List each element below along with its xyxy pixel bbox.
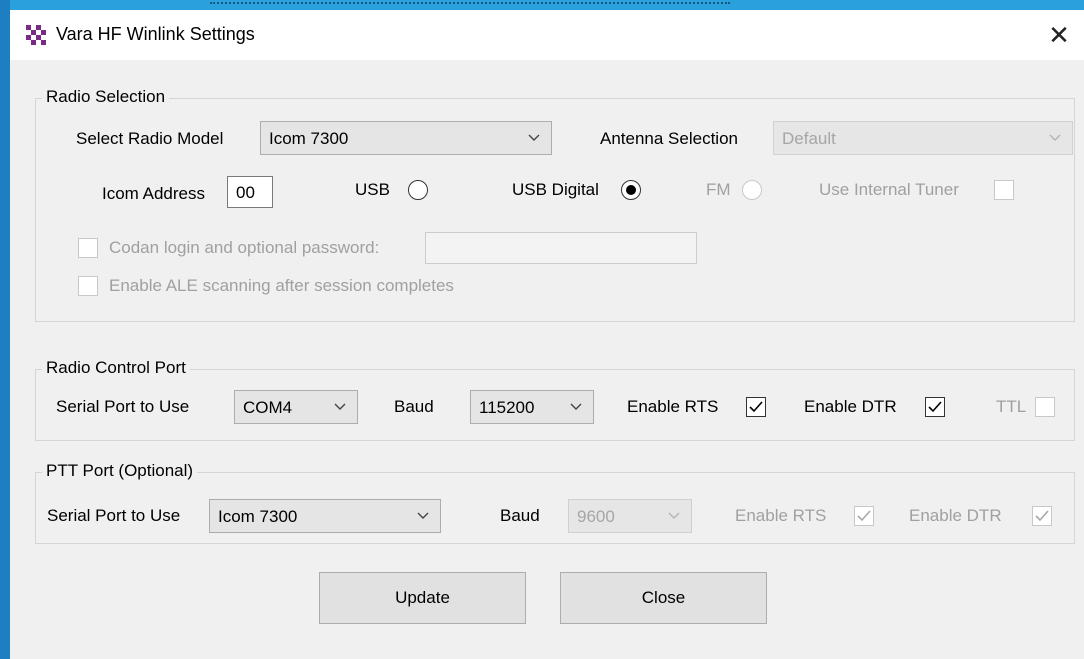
control-dtr-label: Enable DTR bbox=[804, 397, 897, 416]
ptt-baud-select[interactable]: 9600 bbox=[568, 499, 692, 533]
control-baud-label: Baud bbox=[394, 397, 434, 416]
ptt-serial-port-value: Icom 7300 bbox=[218, 507, 298, 526]
control-serial-port-select[interactable]: COM4 bbox=[234, 390, 358, 424]
usb-radio[interactable] bbox=[408, 180, 428, 200]
window-title: Vara HF Winlink Settings bbox=[56, 24, 255, 44]
usb-label: USB bbox=[355, 180, 390, 199]
radio-selection-legend: Radio Selection bbox=[42, 87, 170, 107]
codan-password-input[interactable] bbox=[425, 232, 697, 264]
internal-tuner-checkbox[interactable] bbox=[994, 180, 1014, 200]
chevron-down-icon bbox=[570, 403, 582, 410]
checkmark-icon bbox=[749, 401, 763, 413]
ptt-serial-port-select[interactable]: Icom 7300 bbox=[209, 499, 441, 533]
chevron-down-icon bbox=[528, 134, 540, 141]
close-icon[interactable]: ✕ bbox=[1042, 18, 1076, 52]
control-rts-label: Enable RTS bbox=[627, 397, 719, 416]
desktop-edge bbox=[0, 0, 10, 659]
chevron-down-icon bbox=[417, 512, 429, 519]
usb-digital-radio[interactable] bbox=[621, 180, 641, 200]
checkmark-icon bbox=[1035, 510, 1049, 522]
radio-model-label: Select Radio Model bbox=[76, 129, 224, 148]
radio-control-port-legend: Radio Control Port bbox=[42, 358, 190, 378]
control-baud-value: 115200 bbox=[479, 398, 535, 417]
checkmark-icon bbox=[928, 401, 942, 413]
ptt-baud-value: 9600 bbox=[577, 507, 615, 526]
ptt-baud-label: Baud bbox=[500, 506, 540, 525]
antenna-selection-label: Antenna Selection bbox=[600, 129, 738, 148]
chevron-down-icon bbox=[668, 512, 680, 519]
update-button[interactable]: Update bbox=[319, 572, 526, 624]
ptt-rts-label: Enable RTS bbox=[735, 506, 827, 525]
fm-radio[interactable] bbox=[742, 180, 762, 200]
ttl-label: TTL bbox=[996, 397, 1027, 416]
ptt-dtr-checkbox[interactable] bbox=[1032, 506, 1052, 526]
chevron-down-icon bbox=[334, 403, 346, 410]
close-button[interactable]: Close bbox=[560, 572, 767, 624]
control-baud-select[interactable]: 115200 bbox=[470, 390, 594, 424]
usb-digital-label: USB Digital bbox=[512, 180, 599, 199]
title-bar: Vara HF Winlink Settings ✕ bbox=[10, 10, 1084, 60]
icom-address-value: 00 bbox=[236, 183, 255, 202]
checkmark-icon bbox=[857, 510, 871, 522]
ale-scanning-label: Enable ALE scanning after session comple… bbox=[109, 276, 454, 295]
ptt-serial-port-label: Serial Port to Use bbox=[47, 506, 181, 525]
antenna-value: Default bbox=[782, 129, 836, 148]
control-serial-port-value: COM4 bbox=[243, 398, 293, 417]
control-serial-port-label: Serial Port to Use bbox=[56, 397, 190, 416]
control-rts-checkbox[interactable] bbox=[746, 397, 766, 417]
chevron-down-icon bbox=[1049, 134, 1061, 141]
icom-address-input[interactable]: 00 bbox=[227, 176, 273, 208]
internal-tuner-label: Use Internal Tuner bbox=[819, 180, 959, 199]
ptt-dtr-label: Enable DTR bbox=[909, 506, 1002, 525]
radio-model-select[interactable]: Icom 7300 bbox=[260, 121, 552, 155]
ttl-checkbox[interactable] bbox=[1035, 397, 1055, 417]
ptt-port-legend: PTT Port (Optional) bbox=[42, 461, 198, 481]
background-text-strip bbox=[210, 2, 730, 10]
icom-address-label: Icom Address bbox=[102, 184, 205, 203]
codan-login-label: Codan login and optional password: bbox=[109, 238, 380, 257]
vara-app-icon bbox=[26, 25, 46, 45]
antenna-select[interactable]: Default bbox=[773, 121, 1073, 155]
codan-login-checkbox[interactable] bbox=[78, 238, 98, 258]
control-dtr-checkbox[interactable] bbox=[925, 397, 945, 417]
ptt-rts-checkbox[interactable] bbox=[854, 506, 874, 526]
ale-scanning-checkbox[interactable] bbox=[78, 276, 98, 296]
radio-model-value: Icom 7300 bbox=[269, 129, 349, 148]
fm-label: FM bbox=[706, 180, 731, 199]
settings-dialog: Vara HF Winlink Settings ✕ Radio Selecti… bbox=[10, 10, 1084, 659]
